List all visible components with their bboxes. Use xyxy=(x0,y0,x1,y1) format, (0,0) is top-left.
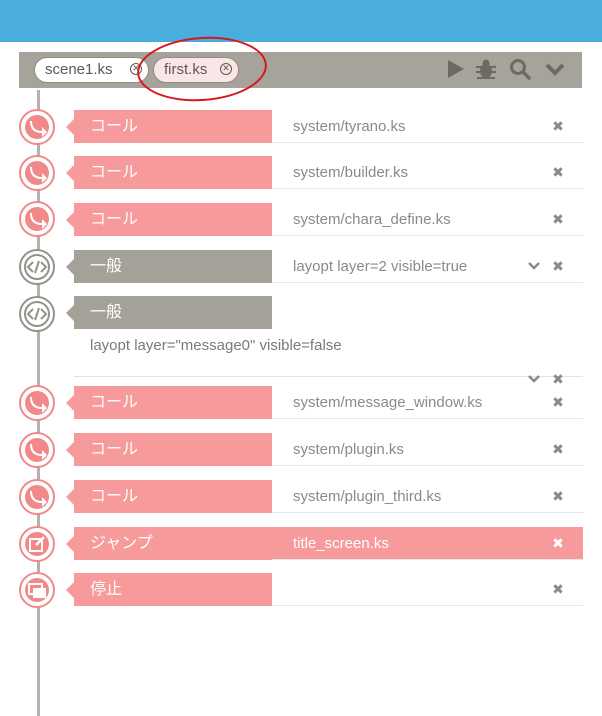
tab-label: scene1.ks xyxy=(45,61,113,78)
command-label: 停止 xyxy=(66,573,272,606)
delete-icon[interactable]: ✖ xyxy=(551,119,565,133)
command-editor[interactable]: layopt layer="message0" visible=false xyxy=(74,329,583,377)
command-value[interactable]: system/plugin.ks xyxy=(272,433,583,466)
delete-icon[interactable]: ✖ xyxy=(551,212,565,226)
chevron-down-icon[interactable] xyxy=(527,372,541,386)
delete-icon[interactable]: ✖ xyxy=(551,442,565,456)
delete-icon[interactable]: ✖ xyxy=(551,489,565,503)
command-label: コール xyxy=(66,156,272,189)
delete-icon[interactable]: ✖ xyxy=(551,395,565,409)
call-icon xyxy=(19,432,55,468)
command-value[interactable]: system/chara_define.ks xyxy=(272,203,583,236)
command-label: コール xyxy=(66,480,272,513)
command-value[interactable] xyxy=(272,573,583,606)
top-bar xyxy=(0,0,602,42)
command-value[interactable]: system/tyrano.ks xyxy=(272,110,583,143)
stop-icon xyxy=(19,572,55,608)
command-row-expanded[interactable]: 一般 layopt layer="message0" visible=false… xyxy=(66,296,583,386)
delete-icon[interactable]: ✖ xyxy=(551,582,565,596)
code-icon xyxy=(19,249,55,285)
tab-scene1[interactable]: scene1.ks ✕ xyxy=(34,57,149,83)
chevron-down-icon[interactable] xyxy=(543,57,567,81)
call-icon xyxy=(19,155,55,191)
delete-icon[interactable]: ✖ xyxy=(551,165,565,179)
delete-icon[interactable]: ✖ xyxy=(551,536,565,550)
command-value[interactable]: system/message_window.ks xyxy=(272,386,583,419)
command-value[interactable]: title_screen.ks xyxy=(272,527,583,560)
edit-icon xyxy=(19,526,55,562)
command-label: 一般 xyxy=(66,250,272,283)
search-icon[interactable] xyxy=(508,57,532,81)
command-header-space xyxy=(272,296,583,329)
command-label: コール xyxy=(66,203,272,236)
call-icon xyxy=(19,385,55,421)
call-icon xyxy=(19,201,55,237)
command-label: ジャンプ xyxy=(66,527,272,560)
command-label: 一般 xyxy=(66,296,272,329)
delete-icon[interactable]: ✖ xyxy=(551,259,565,273)
chevron-down-icon[interactable] xyxy=(527,259,541,273)
delete-icon[interactable]: ✖ xyxy=(551,372,565,386)
red-annotation-circle xyxy=(134,32,270,106)
command-label: コール xyxy=(66,110,272,143)
code-icon xyxy=(19,296,55,332)
bug-icon[interactable] xyxy=(474,57,498,81)
command-value[interactable]: system/builder.ks xyxy=(272,156,583,189)
play-icon[interactable] xyxy=(444,57,468,81)
command-label: コール xyxy=(66,386,272,419)
command-label: コール xyxy=(66,433,272,466)
call-icon xyxy=(19,109,55,145)
command-value[interactable]: system/plugin_third.ks xyxy=(272,480,583,513)
call-icon xyxy=(19,479,55,515)
